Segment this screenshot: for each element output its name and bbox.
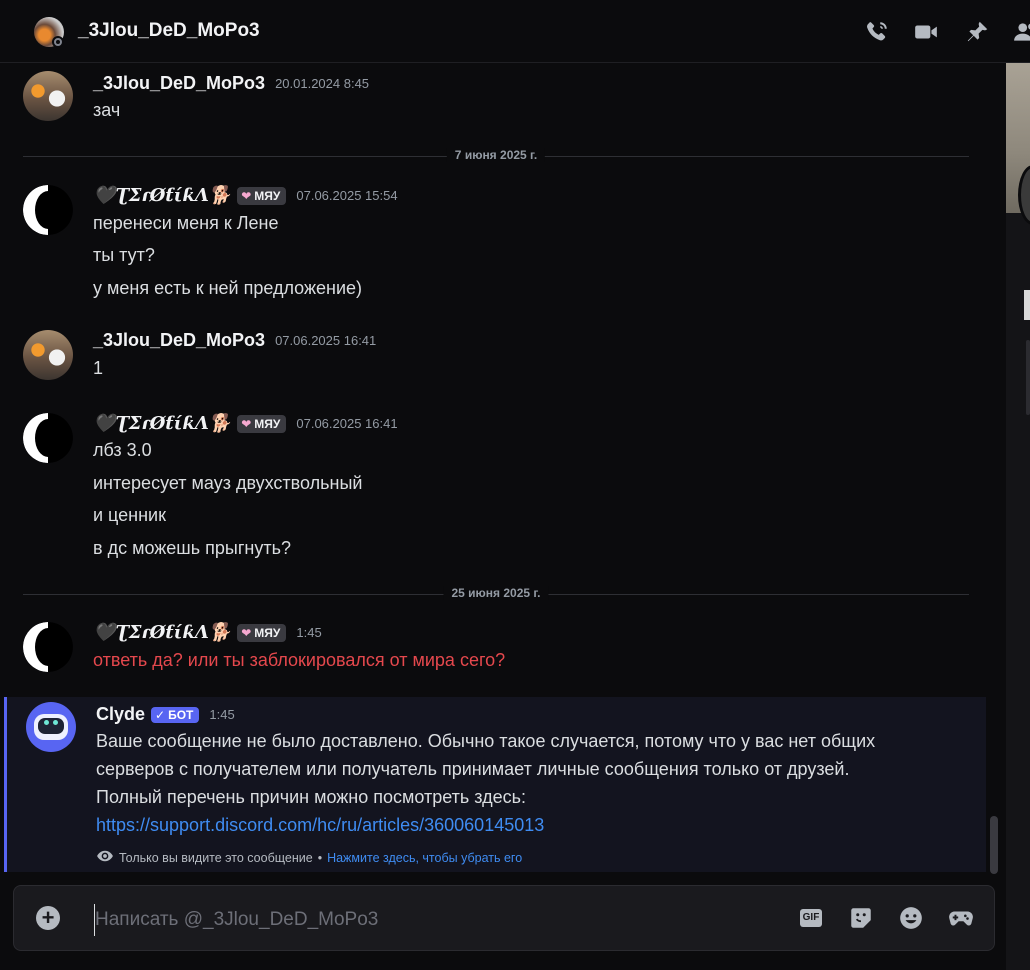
message-author[interactable]: 🖤ƮΣɾØƭίƙΛ🐕	[93, 185, 231, 206]
guild-tag-label: МЯУ	[254, 625, 281, 640]
user-avatar[interactable]	[23, 413, 73, 463]
date-divider: 7 июня 2025 г.	[23, 148, 969, 162]
offline-status-icon	[52, 36, 64, 48]
user-avatar[interactable]	[23, 330, 73, 380]
ephemeral-note: Только вы видите это сообщение • Нажмите…	[96, 847, 522, 868]
user-avatar[interactable]	[23, 71, 73, 121]
sticker-icon[interactable]	[848, 905, 874, 931]
clyde-avatar[interactable]	[26, 702, 76, 752]
message-text: интересует мауз двухствольный	[93, 473, 363, 493]
guild-tag-label: МЯУ	[254, 416, 281, 431]
clyde-message-body: Ваше сообщение не было доставлено. Обычн…	[96, 727, 966, 839]
message-timestamp: 07.06.2025 15:54	[296, 188, 398, 203]
message-text: у меня есть к ней предложение)	[93, 278, 363, 298]
message-timestamp: 07.06.2025 16:41	[296, 416, 398, 431]
guild-tag[interactable]: ❤ МЯУ	[237, 414, 287, 433]
gif-icon[interactable]: GIF	[798, 905, 824, 931]
message-text: перенеси меня к Лене	[93, 213, 279, 233]
ephemeral-note-text: Только вы видите это сообщение	[119, 850, 313, 865]
help-link[interactable]: https://support.discord.com/hc/ru/articl…	[96, 815, 544, 835]
message-timestamp: 1:45	[296, 625, 322, 640]
dismiss-message-link[interactable]: Нажмите здесь, чтобы убрать его	[327, 851, 522, 865]
clyde-robot-icon	[34, 714, 68, 740]
message-text: Ваше сообщение не было доставлено. Обычн…	[96, 731, 876, 751]
message-timestamp: 07.06.2025 16:41	[275, 333, 377, 348]
pin-icon[interactable]	[964, 19, 990, 45]
channel-title: _3Jlou_DeD_MoPo3	[78, 20, 260, 41]
heart-icon: ❤	[241, 416, 252, 431]
heart-icon: ❤	[241, 188, 252, 203]
message-composer: + GIF	[13, 885, 995, 951]
emoji-icon[interactable]	[898, 905, 924, 931]
message-text: серверов с получателем или получатель пр…	[96, 759, 850, 779]
eye-icon	[96, 847, 114, 868]
message-text: Полный перечень причин можно посмотреть …	[96, 787, 527, 807]
message-list-scrollbar[interactable]	[990, 816, 998, 874]
message-text: ты тут?	[93, 245, 155, 265]
message-text: в дс можешь прыгнуть?	[93, 538, 291, 558]
member-list-icon[interactable]	[1013, 19, 1030, 45]
message-text: 1	[93, 358, 104, 378]
ephemeral-message: Clyde ✓ БОТ 1:45 Ваше сообщение не было д…	[4, 697, 986, 872]
add-attachment-icon[interactable]: +	[36, 906, 60, 930]
voice-call-icon[interactable]	[864, 19, 890, 45]
message-timestamp: 1:45	[209, 707, 235, 722]
message-author[interactable]: 🖤ƮΣɾØƭίƙΛ🐕	[93, 622, 231, 643]
channel-header: _3Jlou_DeD_MoPo3	[0, 0, 1030, 63]
guild-tag-label: МЯУ	[254, 188, 281, 203]
verified-check-icon: ✓	[155, 707, 166, 722]
user-avatar[interactable]	[23, 185, 73, 235]
failed-message-text: ответь да? или ты заблокировался от мира…	[93, 650, 506, 670]
video-call-icon[interactable]	[913, 19, 939, 45]
bot-tag: ✓ БОТ	[151, 706, 200, 723]
message-author[interactable]: _3Jlou_DeD_MoPo3	[93, 73, 265, 94]
message-input[interactable]	[94, 904, 757, 936]
ephemeral-note-separator: •	[317, 850, 323, 865]
date-divider-label: 7 июня 2025 г.	[446, 148, 546, 162]
message-list: _3Jlou_DeD_MoPo3 20.01.2024 8:45 зач 7 и…	[0, 63, 1006, 875]
date-divider: 25 июня 2025 г.	[23, 586, 969, 600]
guild-tag[interactable]: ❤ МЯУ	[237, 623, 287, 642]
guild-tag[interactable]: ❤ МЯУ	[237, 186, 287, 205]
activities-icon[interactable]	[948, 905, 974, 931]
bot-tag-label: БОТ	[168, 707, 194, 722]
user-avatar[interactable]	[23, 622, 73, 672]
message-text: и ценник	[93, 505, 166, 525]
message-text: зач	[93, 100, 121, 120]
message-text: лбз 3.0	[93, 440, 152, 460]
message-author[interactable]: 🖤ƮΣɾØƭίƙΛ🐕	[93, 413, 231, 434]
message-author[interactable]: _3Jlou_DeD_MoPo3	[93, 330, 265, 351]
date-divider-label: 25 июня 2025 г.	[443, 586, 549, 600]
profile-text-edge	[1024, 290, 1030, 320]
message-author[interactable]: Clyde	[96, 704, 145, 725]
heart-icon: ❤	[241, 625, 252, 640]
profile-section-edge	[1026, 340, 1030, 415]
message-timestamp: 20.01.2024 8:45	[275, 76, 370, 91]
